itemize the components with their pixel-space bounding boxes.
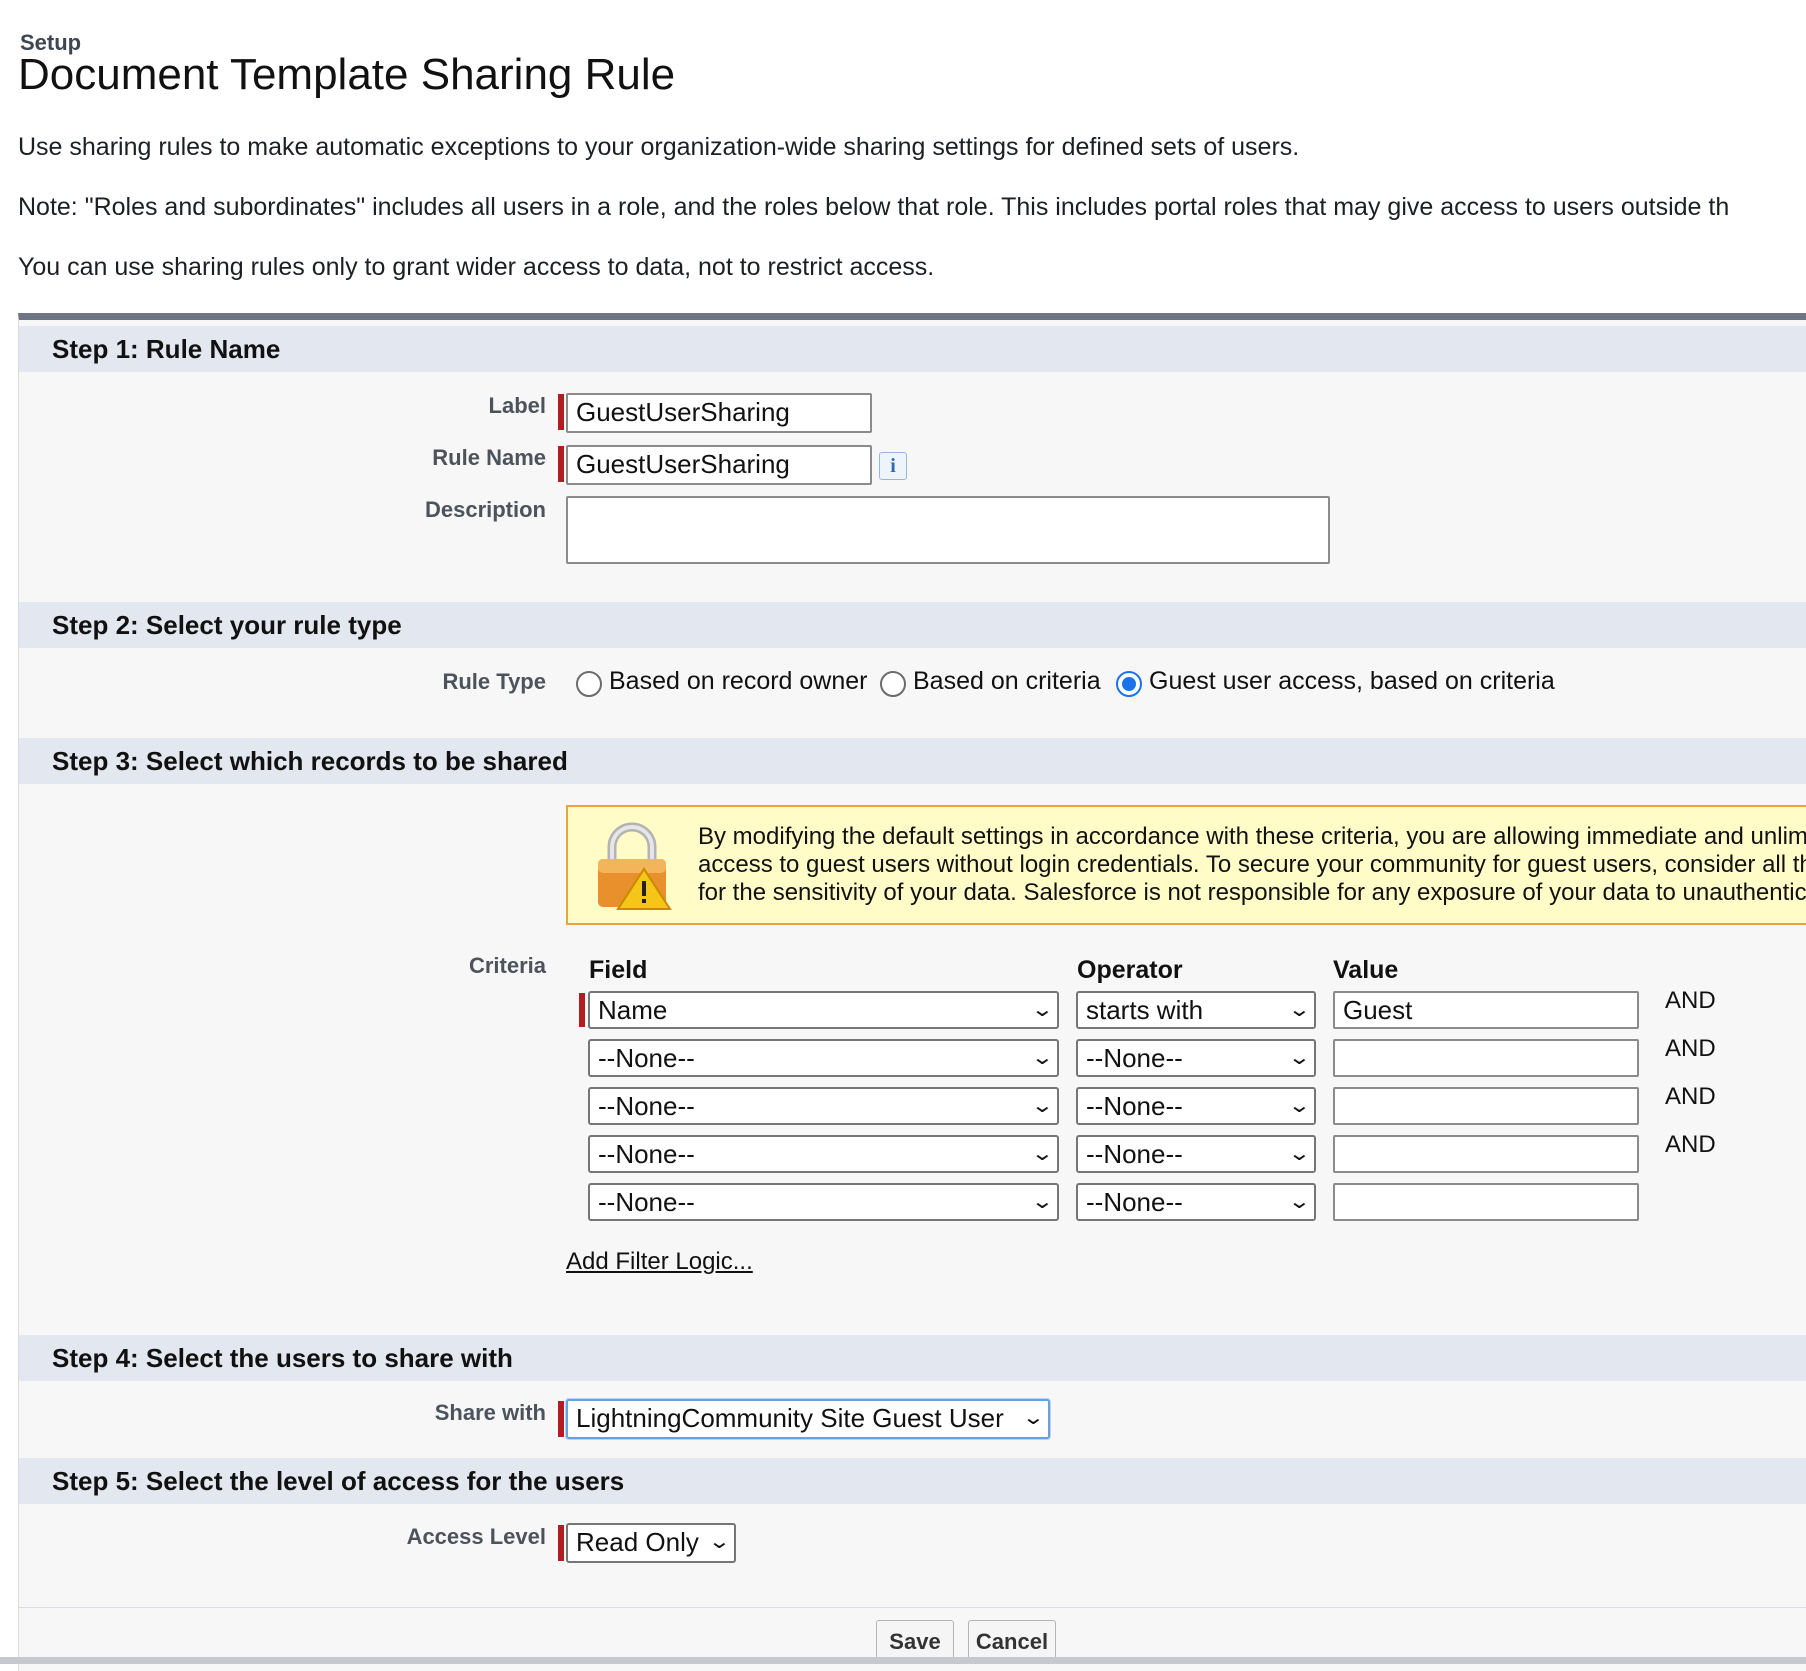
value-column-header: Value bbox=[1333, 956, 1399, 984]
criteria-operator-select[interactable]: --None-- ⌄ bbox=[1076, 1183, 1316, 1221]
criteria-field-select[interactable]: --None-- ⌄ bbox=[588, 1135, 1059, 1173]
required-indicator bbox=[579, 993, 585, 1027]
and-connector: AND bbox=[1665, 1035, 1716, 1062]
radio-record-owner-label[interactable]: Based on record owner bbox=[609, 667, 867, 696]
radio-guest-user-criteria-label[interactable]: Guest user access, based on criteria bbox=[1149, 667, 1555, 696]
selected-value: --None-- bbox=[1086, 1187, 1183, 1217]
step2-header: Step 2: Select your rule type bbox=[19, 602, 1806, 648]
add-filter-logic-link[interactable]: Add Filter Logic... bbox=[566, 1248, 753, 1276]
lock-warning-icon bbox=[598, 822, 672, 910]
criteria-value-input[interactable] bbox=[1333, 1039, 1639, 1077]
share-with-label: Share with bbox=[434, 1400, 546, 1425]
bottom-border bbox=[0, 1657, 1806, 1664]
step3-header: Step 3: Select which records to be share… bbox=[19, 738, 1806, 784]
selected-value: --None-- bbox=[1086, 1091, 1183, 1121]
selected-value: Name bbox=[598, 995, 668, 1025]
criteria-field-select[interactable]: --None-- ⌄ bbox=[588, 1039, 1059, 1077]
chevron-down-icon: ⌄ bbox=[1030, 1095, 1055, 1117]
rule-name-input[interactable]: GuestUserSharing bbox=[566, 445, 872, 485]
criteria-value-input[interactable] bbox=[1333, 1135, 1639, 1173]
chevron-down-icon: ⌄ bbox=[1021, 1407, 1046, 1429]
radio-guest-user-criteria[interactable] bbox=[1116, 671, 1142, 697]
description-label: Description bbox=[424, 497, 546, 522]
access-level-label: Access Level bbox=[406, 1524, 546, 1549]
selected-value: --None-- bbox=[598, 1139, 695, 1169]
share-with-select[interactable]: LightningCommunity Site Guest User ⌄ bbox=[566, 1399, 1050, 1439]
criteria-field-select[interactable]: --None-- ⌄ bbox=[588, 1087, 1059, 1125]
required-indicator bbox=[558, 1401, 564, 1437]
selected-value: --None-- bbox=[598, 1091, 695, 1121]
access-level-select[interactable]: Read Only ⌄ bbox=[566, 1523, 736, 1563]
selected-value: --None-- bbox=[598, 1043, 695, 1073]
step1-header: Step 1: Rule Name bbox=[19, 326, 1806, 372]
cancel-button[interactable]: Cancel bbox=[968, 1620, 1056, 1662]
rule-name-label: Rule Name bbox=[432, 445, 546, 470]
radio-criteria-label[interactable]: Based on criteria bbox=[913, 667, 1101, 696]
chevron-down-icon: ⌄ bbox=[1287, 1191, 1312, 1213]
criteria-operator-select[interactable]: --None-- ⌄ bbox=[1076, 1087, 1316, 1125]
page-title: Document Template Sharing Rule bbox=[18, 50, 676, 99]
warning-line: access to guest users without login cred… bbox=[698, 851, 1806, 878]
required-indicator bbox=[558, 446, 564, 482]
required-indicator bbox=[558, 1525, 564, 1561]
warning-line: for the sensitivity of your data. Salesf… bbox=[698, 879, 1806, 906]
rule-type-label: Rule Type bbox=[442, 669, 546, 694]
selected-value: LightningCommunity Site Guest User bbox=[576, 1403, 1004, 1433]
chevron-down-icon: ⌄ bbox=[1287, 1143, 1312, 1165]
chevron-down-icon: ⌄ bbox=[1287, 1095, 1312, 1117]
selected-value: starts with bbox=[1086, 995, 1204, 1025]
chevron-down-icon: ⌄ bbox=[1030, 1047, 1055, 1069]
selected-value: --None-- bbox=[1086, 1043, 1183, 1073]
criteria-value-input[interactable] bbox=[1333, 1183, 1639, 1221]
criteria-value-input[interactable] bbox=[1333, 1087, 1639, 1125]
required-indicator bbox=[558, 394, 564, 430]
criteria-label: Criteria bbox=[468, 953, 546, 978]
label-field-label: Label bbox=[488, 393, 546, 418]
chevron-down-icon: ⌄ bbox=[1030, 1191, 1055, 1213]
warning-message: By modifying the default settings in acc… bbox=[698, 823, 1806, 907]
guest-access-warning: By modifying the default settings in acc… bbox=[566, 805, 1806, 925]
description-textarea[interactable] bbox=[566, 496, 1330, 564]
chevron-down-icon: ⌄ bbox=[707, 1531, 732, 1553]
label-input[interactable]: GuestUserSharing bbox=[566, 393, 872, 433]
criteria-operator-select[interactable]: starts with ⌄ bbox=[1076, 991, 1316, 1029]
warning-line: By modifying the default settings in acc… bbox=[698, 823, 1806, 850]
radio-criteria[interactable] bbox=[880, 671, 906, 697]
step4-header: Step 4: Select the users to share with bbox=[19, 1335, 1806, 1381]
divider bbox=[19, 1607, 1806, 1608]
note-text: Note: "Roles and subordinates" includes … bbox=[18, 193, 1730, 221]
sharing-rule-form: Step 1: Rule Name Label GuestUserSharing… bbox=[18, 313, 1806, 1671]
and-connector: AND bbox=[1665, 987, 1716, 1014]
info-icon[interactable]: i bbox=[879, 452, 907, 480]
criteria-field-select[interactable]: Name ⌄ bbox=[588, 991, 1059, 1029]
step5-header: Step 5: Select the level of access for t… bbox=[19, 1458, 1806, 1504]
chevron-down-icon: ⌄ bbox=[1030, 999, 1055, 1021]
intro-text: Use sharing rules to make automatic exce… bbox=[18, 133, 1300, 161]
criteria-operator-select[interactable]: --None-- ⌄ bbox=[1076, 1135, 1316, 1173]
and-connector: AND bbox=[1665, 1131, 1716, 1158]
chevron-down-icon: ⌄ bbox=[1287, 999, 1312, 1021]
criteria-field-select[interactable]: --None-- ⌄ bbox=[588, 1183, 1059, 1221]
criteria-operator-select[interactable]: --None-- ⌄ bbox=[1076, 1039, 1316, 1077]
operator-column-header: Operator bbox=[1077, 956, 1183, 984]
save-button[interactable]: Save bbox=[876, 1620, 954, 1662]
field-column-header: Field bbox=[589, 956, 648, 984]
and-connector: AND bbox=[1665, 1083, 1716, 1110]
restriction-text: You can use sharing rules only to grant … bbox=[18, 253, 935, 281]
selected-value: Read Only bbox=[576, 1527, 699, 1557]
selected-value: --None-- bbox=[1086, 1139, 1183, 1169]
radio-record-owner[interactable] bbox=[576, 671, 602, 697]
chevron-down-icon: ⌄ bbox=[1030, 1143, 1055, 1165]
selected-value: --None-- bbox=[598, 1187, 695, 1217]
criteria-value-input[interactable]: Guest bbox=[1333, 991, 1639, 1029]
chevron-down-icon: ⌄ bbox=[1287, 1047, 1312, 1069]
